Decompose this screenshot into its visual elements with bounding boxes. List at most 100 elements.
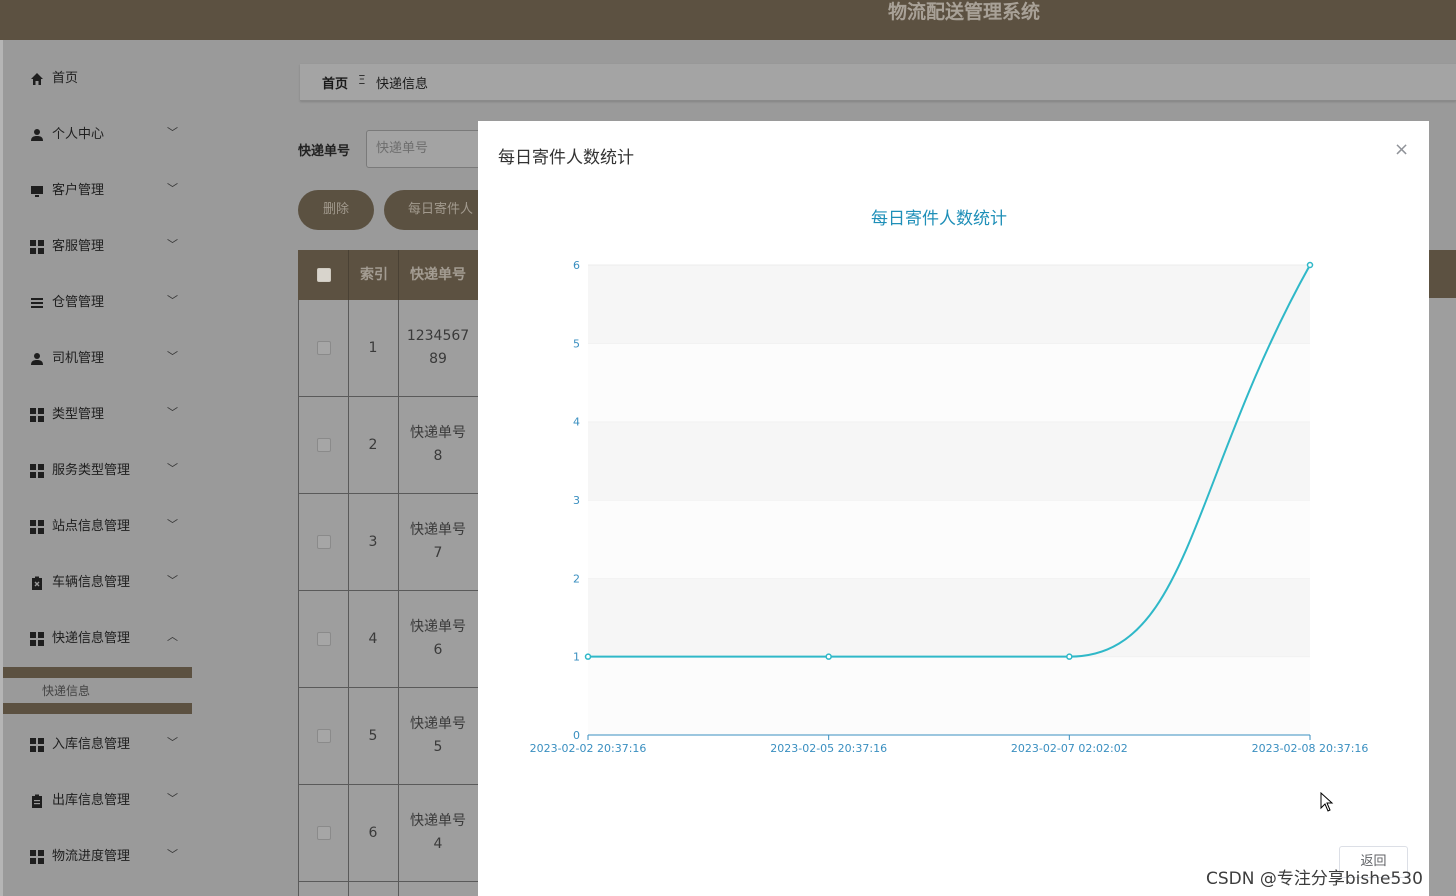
table-row[interactable]: 6 快递单号 4 [298,785,478,882]
grid-icon [30,408,44,422]
tracking-no-line: 快递单号 [410,522,466,538]
sidebar-item-progress[interactable]: 物流进度管理 ﹀ [3,830,192,886]
sidebar-item-home[interactable]: 首页 [3,52,192,108]
chevron-down-icon: ﹀ [167,294,178,307]
chevron-down-icon: ﹀ [167,736,178,749]
data-point [825,653,832,660]
chevron-down-icon: ﹀ [167,350,178,363]
tracking-no-line: 89 [429,351,447,367]
row-checkbox[interactable] [317,729,331,743]
row-index: 4 [368,631,378,647]
table-header-edge [1429,250,1456,298]
submenu-divider [3,667,192,678]
table-column-line [298,300,299,896]
y-tick-label: 6 [573,259,580,272]
grid-icon [30,464,44,478]
tracking-no-line: 7 [433,545,443,561]
grid-icon [30,738,44,752]
sidebar-item-drivers[interactable]: 司机管理 ﹀ [3,332,192,388]
chart-title: 每日寄件人数统计 [871,209,1007,229]
sidebar-item-customers[interactable]: 客户管理 ﹀ [3,164,192,220]
sidebar-item-label: 首页 [52,71,79,86]
chevron-down-icon: ﹀ [167,126,178,139]
row-index: 1 [368,340,378,356]
tracking-no-line: 1234567 [406,328,470,344]
submenu-item-label: 快递信息 [42,684,91,698]
chevron-down-icon: ﹀ [167,792,178,805]
tracking-no-line: 快递单号 [410,425,466,441]
data-point [1306,261,1314,269]
sidebar-item-label: 客服管理 [52,239,105,254]
table-row[interactable]: 2 快递单号 8 [298,397,478,494]
row-checkbox[interactable] [317,438,331,452]
row-tracking-no: 快递单号 4 [398,810,478,856]
row-tracking-no: 快递单号 6 [398,616,478,662]
clipboard-icon [30,794,44,808]
sidebar-item-service[interactable]: 客服管理 ﹀ [3,220,192,276]
sidebar-item-outbound[interactable]: 出库信息管理 ﹀ [3,774,192,830]
sidebar-item-personal-center[interactable]: 个人中心 ﹀ [3,108,192,164]
y-tick-label: 1 [573,651,580,664]
tracking-no-line: 5 [433,739,443,755]
chevron-down-icon: ﹀ [167,462,178,475]
row-index: 6 [368,825,378,841]
row-checkbox[interactable] [317,535,331,549]
delete-button[interactable]: 删除 [298,190,374,230]
table-row[interactable]: 4 快递单号 6 [298,591,478,688]
row-checkbox[interactable] [317,826,331,840]
watermark: CSDN @专注分享bishe530 [1206,869,1423,889]
y-tick-label: 2 [573,572,580,585]
sidebar-item-label: 入库信息管理 [52,737,131,752]
sidebar-item-inbound[interactable]: 入库信息管理 ﹀ [3,718,192,774]
sidebar-item-label: 服务类型管理 [52,463,131,478]
tracking-no-line: 4 [433,836,443,852]
app-title: 物流配送管理系统 [888,1,1041,23]
tracking-no-line: 快递单号 [410,716,466,732]
data-point [584,653,592,660]
row-tracking-no: 快递单号 8 [398,422,478,468]
x-tick-label: 2023-02-07 02:02:02 [1011,742,1128,755]
list-icon [30,296,44,310]
table-row[interactable]: 5 快递单号 5 [298,688,478,785]
sidebar-item-label: 物流进度管理 [52,849,131,864]
row-checkbox[interactable] [317,632,331,646]
grid-band [588,265,1310,344]
x-tick-label: 2023-02-02 20:37:16 [530,742,647,755]
sidebar-item-types[interactable]: 类型管理 ﹀ [3,388,192,444]
table-row[interactable]: 3 快递单号 7 [298,494,478,591]
sidebar-item-warehouse[interactable]: 仓管管理 ﹀ [3,276,192,332]
search-input[interactable]: 快递单号 [366,130,486,168]
sidebar-item-label: 个人中心 [52,127,105,142]
sidebar-item-label: 司机管理 [52,351,105,366]
sidebar-item-label: 仓管管理 [52,295,105,310]
sidebar-item-label: 车辆信息管理 [52,575,131,590]
sidebar-item-express[interactable]: 快递信息管理 ︿ [3,612,192,668]
y-tick-label: 4 [573,416,580,429]
tracking-no-line: 6 [433,642,443,658]
sidebar-item-service-types[interactable]: 服务类型管理 ﹀ [3,444,192,500]
y-tick-label: 3 [573,494,580,507]
tracking-no-line: 快递单号 [410,619,466,635]
tracking-no-line: 8 [433,448,443,464]
row-checkbox[interactable] [317,341,331,355]
table-row[interactable]: 1 1234567 89 [298,300,478,397]
row-tracking-no: 1234567 89 [398,325,478,371]
select-all-checkbox[interactable] [317,268,331,282]
grid-icon [30,240,44,254]
submenu-item-express-info[interactable]: 快递信息 [3,680,192,702]
sidebar-item-stations[interactable]: 站点信息管理 ﹀ [3,500,192,556]
row-index: 3 [368,534,378,550]
chevron-down-icon: ﹀ [167,848,178,861]
header-tracking-no: 快递单号 [410,267,466,283]
sidebar-item-vehicles[interactable]: 车辆信息管理 ﹀ [3,556,192,612]
grid-band [588,656,1310,735]
y-tick-label: 0 [573,729,580,742]
header-divider [348,250,349,300]
chevron-down-icon: ﹀ [167,406,178,419]
row-index: 5 [368,728,378,744]
breadcrumb-home[interactable]: 首页 [322,73,348,92]
mouse-cursor-icon [1320,792,1334,812]
row-index: 2 [368,437,378,453]
y-tick-label: 5 [573,337,580,350]
sidebar-item-label: 快递信息管理 [52,631,131,646]
